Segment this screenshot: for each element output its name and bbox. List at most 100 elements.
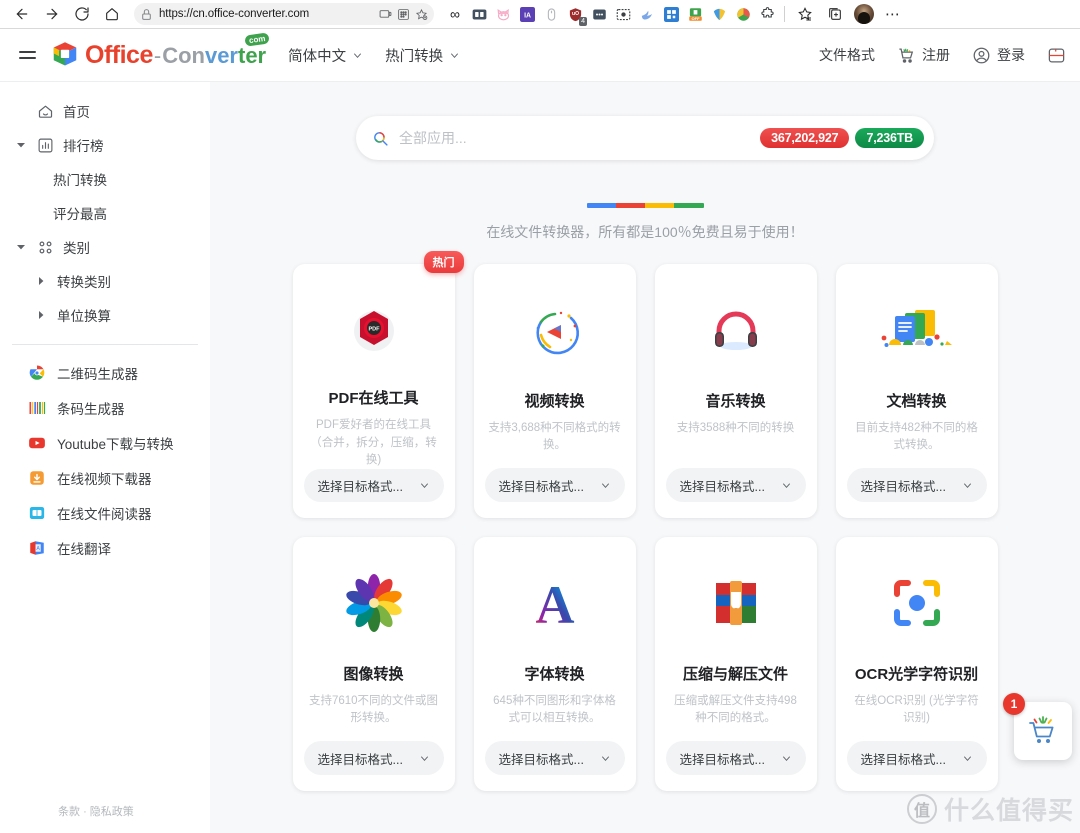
extension-off[interactable]: OFF [684, 3, 706, 25]
card-ocr[interactable]: OCR光学字符识别 在线OCR识别 (光学字符识别) 选择目标格式... [835, 537, 998, 791]
sidebar-item-youtube-download[interactable]: Youtube下载与转换 [0, 425, 198, 460]
extension-split-screen[interactable] [468, 3, 490, 25]
card-font-convert[interactable]: A 字体转换 645种不同图形和字体格式可以相互转换。 选择目标格式... [473, 537, 636, 791]
card-document-convert[interactable]: 文档转换 目前支持482种不同的格式转换。 选择目标格式... [835, 264, 998, 518]
sidebar: 首页 排行榜 热门转换 评分最高 类别 转换类别 单位换算 二维码生成器 条码生… [0, 82, 210, 833]
card-description: 目前支持482种不同的格式转换。 [855, 422, 978, 452]
site-logo[interactable]: Office - Con ver ter com [50, 31, 270, 70]
chevron-down-icon [782, 482, 790, 488]
barcode-icon [29, 401, 46, 414]
register-button[interactable]: 注册 [897, 45, 950, 65]
svg-text:IA: IA [524, 12, 531, 19]
card-description: PDF爱好者的在线工具（合并，拆分，压缩，转换) [310, 419, 437, 466]
format-select-document[interactable]: 选择目标格式... [846, 468, 987, 502]
svg-text:A: A [36, 546, 40, 552]
card-icon-wrap: A [486, 565, 624, 641]
extension-qr[interactable] [660, 3, 682, 25]
sidebar-divider [12, 344, 198, 345]
apps-icon[interactable] [397, 8, 410, 21]
hamburger-menu[interactable] [12, 40, 42, 70]
sidebar-item-video-downloader[interactable]: 在线视频下载器 [0, 460, 198, 495]
sidebar-item-file-reader[interactable]: 在线文件阅读器 [0, 495, 198, 530]
format-select-archive[interactable]: 选择目标格式... [665, 741, 806, 775]
watermark: 值 什么值得买 [906, 791, 1074, 827]
youtube-icon [29, 437, 45, 448]
privacy-policy-link[interactable]: 隐私政策 [90, 806, 134, 818]
sidebar-item-hot-conversion[interactable]: 热门转换 [0, 162, 198, 196]
expand-caret-down-icon[interactable] [14, 141, 28, 149]
card-image-convert[interactable]: 图像转换 支持7610不同的文件或图形转换。 选择目标格式... [292, 537, 455, 791]
forward-button[interactable] [38, 1, 66, 27]
browser-settings-button[interactable]: ⋯ [879, 1, 907, 27]
extension-infinity[interactable]: ∞ [444, 3, 466, 25]
extension-ublock[interactable]: uO 4 [564, 3, 587, 26]
login-button[interactable]: 登录 [972, 45, 1025, 65]
extension-dots[interactable] [588, 3, 610, 25]
chevron-down-icon [451, 52, 459, 58]
card-archive-convert[interactable]: 压缩与解压文件 压缩或解压文件支持498种不同的格式。 选择目标格式... [654, 537, 817, 791]
sidebar-home-label: 首页 [63, 105, 90, 120]
format-select-video[interactable]: 选择目标格式... [484, 468, 625, 502]
sidebar-item-barcode-generator[interactable]: 条码生成器 [0, 390, 198, 425]
extension-mouse[interactable] [540, 3, 562, 25]
file-formats-link[interactable]: 文件格式 [819, 45, 875, 65]
card-music-convert[interactable]: 音乐转换 支持3588种不同的转换 选择目标格式... [654, 264, 817, 518]
format-select-label: 选择目标格式... [860, 752, 946, 767]
search-section: 367,202,927 7,236TB [210, 116, 1080, 160]
search-input[interactable] [399, 130, 755, 146]
sidebar-item-category[interactable]: 类别 [0, 230, 198, 264]
sidebar-item-top-rated[interactable]: 评分最高 [0, 196, 198, 230]
qr-code-icon [29, 364, 45, 380]
sidebar-item-online-translate[interactable]: A 在线翻译 [0, 530, 198, 565]
reload-button[interactable] [68, 1, 96, 27]
logo-ter-text: ter [238, 42, 267, 68]
expand-caret-down-icon[interactable] [14, 243, 28, 251]
card-pdf-tools[interactable]: 热门 PDF PDF在线工具 PDF爱好者的在线工具（合并，拆分，压缩，转换) … [292, 251, 464, 518]
favorites-button[interactable] [791, 1, 819, 27]
storage-size-badge: 7,236TB [855, 128, 924, 148]
extension-globe[interactable] [732, 3, 754, 25]
sidebar-item-unit-conversion[interactable]: 单位换算 [0, 298, 198, 332]
expand-caret-right-icon[interactable] [34, 277, 48, 285]
address-bar[interactable]: https://cn.office-converter.com [134, 3, 434, 25]
extension-cat[interactable] [492, 3, 514, 25]
cast-icon[interactable] [379, 8, 392, 21]
format-select-pdf[interactable]: 选择目标格式... [303, 469, 444, 502]
add-favorite-icon[interactable] [415, 8, 428, 21]
card-description: 支持7610不同的文件或图形转换。 [308, 695, 439, 725]
card-video-convert[interactable]: 视频转换 支持3,688种不同格式的转换。 选择目标格式... [473, 264, 636, 518]
page-body: 首页 排行榜 热门转换 评分最高 类别 转换类别 单位换算 二维码生成器 条码生… [0, 82, 1080, 833]
header-right-group: 文件格式 注册 登录 [819, 45, 1066, 65]
format-select-image[interactable]: 选择目标格式... [303, 741, 444, 775]
chart-icon [38, 138, 53, 152]
floating-cart-widget[interactable]: 1 [1003, 693, 1072, 760]
profile-avatar[interactable] [854, 4, 874, 24]
sidebar-item-ranking[interactable]: 排行榜 [0, 128, 198, 162]
collections-button[interactable] [821, 1, 849, 27]
sidebar-item-home[interactable]: 首页 [0, 94, 198, 128]
register-label: 注册 [922, 47, 950, 63]
format-select-ocr[interactable]: 选择目标格式... [846, 741, 987, 775]
sidebar-item-qr-generator[interactable]: 二维码生成器 [0, 355, 198, 390]
card-icon-wrap: PDF [305, 292, 443, 365]
hot-conversion-menu[interactable]: 热门转换 [385, 45, 460, 66]
card-description: 支持3,688种不同格式的转换。 [488, 422, 621, 452]
expand-caret-right-icon[interactable] [34, 311, 48, 319]
extension-ia[interactable]: IA [516, 3, 538, 25]
hot-conversion-label: 热门转换 [385, 48, 444, 65]
extension-bird[interactable] [636, 3, 658, 25]
terms-link[interactable]: 条款 [58, 806, 80, 818]
format-select-music[interactable]: 选择目标格式... [665, 468, 806, 502]
split-panel-button[interactable] [1047, 46, 1066, 65]
language-selector[interactable]: 简体中文 [288, 45, 363, 66]
extension-puzzle[interactable] [756, 3, 778, 25]
logo-dash: - [153, 42, 162, 68]
extension-shield[interactable] [708, 3, 730, 25]
home-button[interactable] [98, 1, 126, 27]
search-box[interactable]: 367,202,927 7,236TB [356, 116, 934, 160]
format-select-font[interactable]: 选择目标格式... [484, 741, 625, 775]
sidebar-translate-label: 在线翻译 [57, 541, 111, 557]
back-button[interactable] [8, 1, 36, 27]
sidebar-item-conversion-category[interactable]: 转换类别 [0, 264, 198, 298]
extension-screenshot[interactable] [612, 3, 634, 25]
